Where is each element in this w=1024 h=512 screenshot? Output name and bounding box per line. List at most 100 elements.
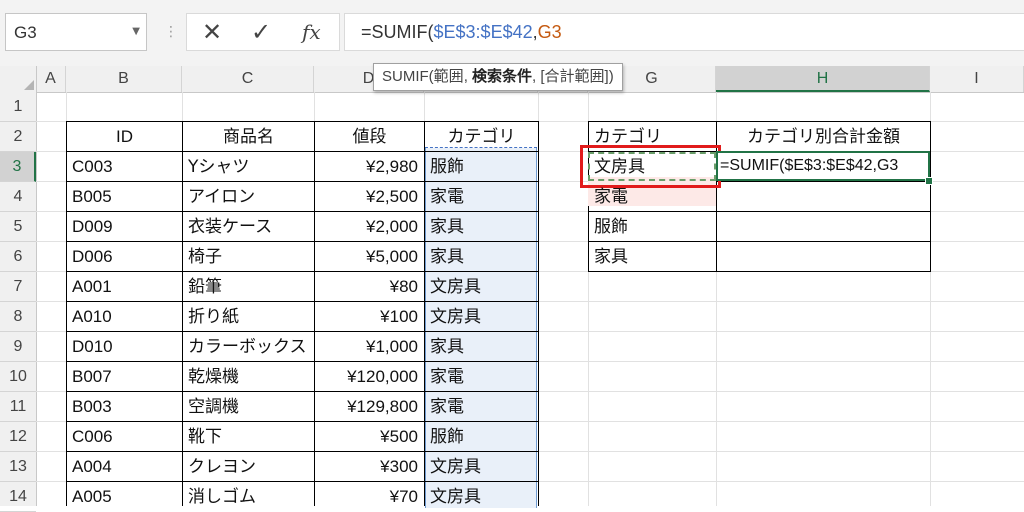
name-box[interactable]: G3 ▼ xyxy=(5,13,147,51)
function-tooltip[interactable]: SUMIF(範囲, 検索条件, [合計範囲]) xyxy=(373,63,623,91)
check-icon[interactable]: ✓ xyxy=(251,18,271,46)
table-cell[interactable]: 文房具 xyxy=(425,482,538,512)
summary-category-cell[interactable]: 家電 xyxy=(589,182,716,212)
table-cell[interactable]: A005 xyxy=(67,482,182,512)
chevron-down-icon[interactable]: ▼ xyxy=(132,26,140,37)
row-header-11[interactable]: 11 xyxy=(0,392,36,422)
row-header-14[interactable]: 14 xyxy=(0,482,36,512)
tooltip-arg-range[interactable]: 範囲 xyxy=(434,68,464,85)
table-cell[interactable]: カラーボックス xyxy=(183,332,314,362)
table-cell[interactable]: 文房具 xyxy=(425,452,538,482)
drag-handle-icon[interactable]: ⋮ xyxy=(164,24,178,40)
summary-border xyxy=(930,121,931,272)
table-cell[interactable]: 椅子 xyxy=(183,242,314,272)
column-header-h[interactable]: H xyxy=(716,66,930,92)
table-cell[interactable]: D006 xyxy=(67,242,182,272)
row-header-1[interactable]: 1 xyxy=(0,92,36,122)
table-cell[interactable]: 折り紙 xyxy=(183,302,314,332)
table-cell[interactable]: 衣装ケース xyxy=(183,212,314,242)
summary-category-cell[interactable]: 服飾 xyxy=(589,212,716,242)
name-box-value: G3 xyxy=(14,23,37,42)
tooltip-arg-criteria[interactable]: 検索条件 xyxy=(472,68,532,85)
table-cell[interactable]: アイロン xyxy=(183,182,314,212)
table-border xyxy=(538,121,539,506)
table-cell[interactable]: C006 xyxy=(67,422,182,452)
fill-handle[interactable] xyxy=(925,177,933,185)
table-cell[interactable]: 家具 xyxy=(425,332,538,362)
formula-text: =SUMIF($E$3:$E$42,G3 xyxy=(361,22,562,43)
table-cell[interactable]: ¥5,000 xyxy=(315,242,424,272)
select-all-corner[interactable] xyxy=(0,66,37,92)
row-header-5[interactable]: 5 xyxy=(0,212,36,242)
formula-buttons: ✕ ✓ fx xyxy=(186,13,340,51)
cells-area[interactable]: ID 商品名 値段 カテゴリ カテゴリ カテゴリ別合計金額 C003 Yシャツ … xyxy=(36,92,1024,508)
table-cell[interactable]: 家電 xyxy=(425,392,538,422)
row-header-7[interactable]: 7 xyxy=(0,272,36,302)
row-header-6[interactable]: 6 xyxy=(0,242,36,272)
table-cell[interactable]: ¥120,000 xyxy=(315,362,424,392)
table-cell[interactable]: A001 xyxy=(67,272,182,302)
table-cell[interactable]: 家具 xyxy=(425,242,538,272)
header-product[interactable]: 商品名 xyxy=(183,122,314,152)
table-cell[interactable]: 乾燥機 xyxy=(183,362,314,392)
header-category[interactable]: カテゴリ xyxy=(425,122,538,152)
table-cell[interactable]: D010 xyxy=(67,332,182,362)
table-cell[interactable]: ¥500 xyxy=(315,422,424,452)
column-header-i[interactable]: I xyxy=(930,66,1024,92)
table-cell[interactable]: ¥300 xyxy=(315,452,424,482)
table-cell[interactable]: ¥2,000 xyxy=(315,212,424,242)
table-cell[interactable]: B003 xyxy=(67,392,182,422)
table-cell[interactable]: 家具 xyxy=(425,212,538,242)
column-header-a[interactable]: A xyxy=(36,66,66,92)
table-cell[interactable]: ¥70 xyxy=(315,482,424,512)
row-header-10[interactable]: 10 xyxy=(0,362,36,392)
table-cell[interactable]: 空調機 xyxy=(183,392,314,422)
table-cell[interactable]: 文房具 xyxy=(425,272,538,302)
table-cell[interactable]: 靴下 xyxy=(183,422,314,452)
table-cell[interactable]: ¥100 xyxy=(315,302,424,332)
table-cell[interactable]: D009 xyxy=(67,212,182,242)
table-cell[interactable]: ¥129,800 xyxy=(315,392,424,422)
tooltip-arg-sum-range[interactable]: [合計範囲] xyxy=(540,68,608,85)
table-cell[interactable]: A010 xyxy=(67,302,182,332)
row-header-9[interactable]: 9 xyxy=(0,332,36,362)
header-id[interactable]: ID xyxy=(67,122,182,152)
tooltip-separator: , xyxy=(463,68,473,85)
table-cell[interactable]: クレヨン xyxy=(183,452,314,482)
row-header-3[interactable]: 3 xyxy=(0,152,36,182)
table-cell[interactable]: 消しゴム xyxy=(183,482,314,512)
table-cell[interactable]: 家電 xyxy=(425,362,538,392)
summary-header-total[interactable]: カテゴリ別合計金額 xyxy=(717,122,930,152)
summary-category-cell[interactable]: 家具 xyxy=(589,242,716,272)
header-price[interactable]: 値段 xyxy=(315,122,424,152)
table-cell[interactable]: 文房具 xyxy=(425,302,538,332)
active-cell-formula: =SUMIF($E$3:$E$42,G3 xyxy=(720,157,899,174)
table-cell[interactable]: ¥2,980 xyxy=(315,152,424,182)
table-cell[interactable]: 服飾 xyxy=(425,152,538,182)
table-cell[interactable]: 家電 xyxy=(425,182,538,212)
select-all-icon xyxy=(24,80,34,90)
table-cell[interactable]: 鉛筆 xyxy=(183,272,314,302)
table-cell[interactable]: 服飾 xyxy=(425,422,538,452)
row-header-12[interactable]: 12 xyxy=(0,422,36,452)
row-headers: 1 2 3 4 5 6 7 8 9 10 11 12 13 14 xyxy=(0,92,37,512)
row-header-2[interactable]: 2 xyxy=(0,122,36,152)
tooltip-function[interactable]: SUMIF( xyxy=(382,68,434,85)
table-cell[interactable]: Yシャツ xyxy=(183,152,314,182)
close-icon[interactable]: ✕ xyxy=(202,18,222,46)
table-cell[interactable]: C003 xyxy=(67,152,182,182)
column-header-c[interactable]: C xyxy=(182,66,314,92)
table-cell[interactable]: ¥2,500 xyxy=(315,182,424,212)
row-header-13[interactable]: 13 xyxy=(0,452,36,482)
column-header-b[interactable]: B xyxy=(66,66,182,92)
table-cell[interactable]: ¥80 xyxy=(315,272,424,302)
table-cell[interactable]: B007 xyxy=(67,362,182,392)
row-header-4[interactable]: 4 xyxy=(0,182,36,212)
insert-function-button[interactable]: fx xyxy=(302,18,321,46)
table-cell[interactable]: A004 xyxy=(67,452,182,482)
table-cell[interactable]: ¥1,000 xyxy=(315,332,424,362)
formula-input[interactable]: =SUMIF($E$3:$E$42,G3 xyxy=(344,13,1024,51)
row-header-8[interactable]: 8 xyxy=(0,302,36,332)
formula-prefix: =SUMIF( xyxy=(361,22,434,42)
table-cell[interactable]: B005 xyxy=(67,182,182,212)
